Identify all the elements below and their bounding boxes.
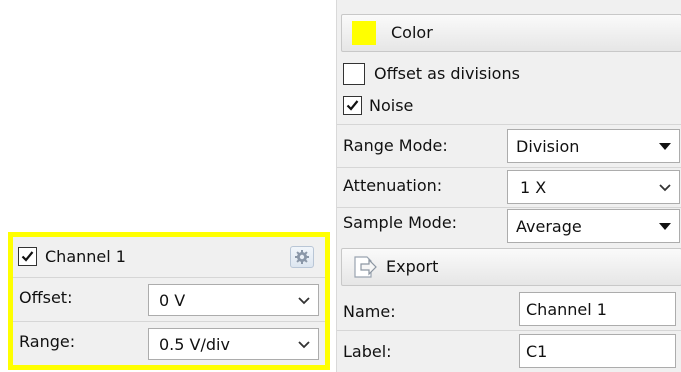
sample-mode-dropdown[interactable]: Average xyxy=(507,209,680,243)
export-button-label: Export xyxy=(386,257,439,276)
attenuation-combobox[interactable]: 1 X xyxy=(507,170,680,204)
checkmark-icon xyxy=(21,251,34,262)
sample-mode-label: Sample Mode: xyxy=(343,213,458,232)
offset-as-divisions-label: Offset as divisions xyxy=(374,64,520,83)
range-mode-value: Division xyxy=(516,137,580,156)
divider xyxy=(337,330,681,331)
channel-widget: Channel 1 Offset: 0 V Range: 0.5 V/div xyxy=(8,232,330,370)
range-mode-label: Range Mode: xyxy=(343,136,448,155)
divider xyxy=(13,277,325,278)
color-button-label: Color xyxy=(391,23,433,42)
divider xyxy=(337,207,681,208)
offset-combobox[interactable]: 0 V xyxy=(148,284,319,316)
divider xyxy=(337,124,681,125)
divider xyxy=(13,321,325,322)
checkmark-icon xyxy=(346,100,359,111)
range-value: 0.5 V/div xyxy=(159,335,230,354)
label-label: Label: xyxy=(343,342,392,361)
range-label: Range: xyxy=(19,332,76,351)
offset-value: 0 V xyxy=(159,291,186,310)
color-button[interactable]: Color xyxy=(341,14,681,52)
name-label: Name: xyxy=(343,302,396,321)
channel-settings-button[interactable] xyxy=(290,246,314,268)
label-field[interactable]: C1 xyxy=(519,334,676,368)
sample-mode-value: Average xyxy=(516,217,582,236)
channel-widget-body: Channel 1 Offset: 0 V Range: 0.5 V/div xyxy=(13,237,325,365)
caret-down-icon xyxy=(659,223,671,230)
divider xyxy=(337,167,681,168)
channel-name-label: Channel 1 xyxy=(45,247,126,266)
attenuation-label: Attenuation: xyxy=(343,176,443,195)
gear-icon xyxy=(295,250,309,264)
name-field[interactable]: Channel 1 xyxy=(519,292,676,326)
chevron-down-icon xyxy=(298,297,310,305)
offset-as-divisions-checkbox[interactable] xyxy=(343,63,365,85)
caret-down-icon xyxy=(659,143,671,150)
chevron-down-icon xyxy=(298,341,310,349)
export-icon xyxy=(354,256,377,278)
range-combobox[interactable]: 0.5 V/div xyxy=(148,328,319,360)
channel-enable-checkbox[interactable] xyxy=(18,247,37,266)
range-mode-dropdown[interactable]: Division xyxy=(507,129,680,163)
channel-properties-panel: Color Offset as divisions Noise Range Mo… xyxy=(336,0,681,372)
label-value: C1 xyxy=(526,342,548,361)
noise-checkbox[interactable] xyxy=(343,96,362,115)
name-value: Channel 1 xyxy=(526,300,607,319)
noise-label: Noise xyxy=(369,96,414,115)
offset-label: Offset: xyxy=(19,288,73,307)
export-button[interactable]: Export xyxy=(341,248,681,286)
color-swatch xyxy=(352,21,376,45)
attenuation-value: 1 X xyxy=(520,178,547,197)
chevron-down-icon xyxy=(659,184,671,192)
